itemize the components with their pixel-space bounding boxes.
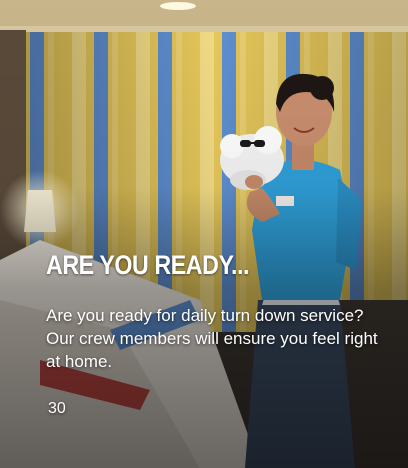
photo-overlay bbox=[0, 0, 408, 468]
card-description: Are you ready for daily turn down servic… bbox=[46, 306, 378, 371]
page-number: 30 bbox=[48, 400, 66, 417]
card-title: ARE YOU READY... bbox=[46, 250, 250, 280]
card-text: ARE YOU READY... Are you ready for daily… bbox=[46, 250, 386, 373]
promo-card[interactable]: ARE YOU READY... Are you ready for daily… bbox=[0, 0, 408, 468]
